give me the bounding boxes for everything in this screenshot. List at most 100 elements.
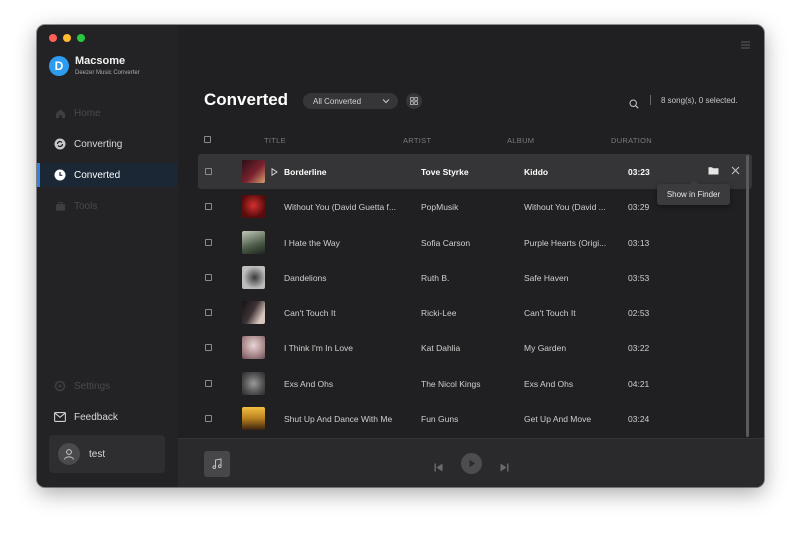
play-icon bbox=[469, 459, 475, 468]
sidebar-item-converted[interactable]: Converted bbox=[37, 163, 178, 187]
song-title: Borderline bbox=[284, 167, 327, 177]
divider bbox=[650, 95, 651, 105]
song-title: Dandelions bbox=[284, 272, 327, 283]
mail-icon bbox=[54, 411, 66, 423]
hamburger-menu-icon[interactable] bbox=[741, 36, 750, 54]
app-subtitle: Deezer Music Converter bbox=[75, 70, 140, 76]
album-art bbox=[242, 160, 265, 183]
app-window: D Macsome Deezer Music Converter Home Co… bbox=[37, 25, 764, 487]
grid-icon bbox=[410, 97, 418, 105]
app-brand: D Macsome Deezer Music Converter bbox=[49, 56, 140, 76]
table-row[interactable]: Dandelions Ruth B. Safe Haven 03:53 bbox=[198, 260, 752, 295]
clock-icon bbox=[54, 169, 66, 181]
now-playing-art bbox=[204, 451, 230, 477]
song-duration: 04:21 bbox=[628, 378, 650, 389]
row-checkbox[interactable] bbox=[205, 344, 212, 352]
close-window-button[interactable] bbox=[49, 34, 57, 42]
album-art bbox=[242, 265, 265, 289]
chevron-down-icon bbox=[382, 97, 390, 106]
sidebar-item-converting[interactable]: Converting bbox=[37, 132, 178, 156]
avatar bbox=[58, 443, 80, 465]
sidebar-item-label: Converting bbox=[74, 138, 123, 150]
table-row[interactable]: Can't Touch It Ricki-Lee Can't Touch It … bbox=[198, 295, 752, 330]
song-album: Exs And Ohs bbox=[524, 378, 574, 389]
sidebar-item-label: Converted bbox=[74, 169, 121, 181]
grid-view-button[interactable] bbox=[406, 93, 422, 109]
album-art bbox=[242, 336, 265, 360]
gear-icon bbox=[54, 380, 66, 392]
sidebar-item-label: Home bbox=[74, 107, 101, 119]
show-in-finder-tooltip: Show in Finder bbox=[657, 180, 730, 205]
scrollbar[interactable] bbox=[746, 155, 749, 437]
search-icon[interactable] bbox=[629, 96, 639, 114]
column-header-title[interactable]: TITLE bbox=[264, 136, 286, 145]
album-art bbox=[242, 371, 265, 395]
selection-summary: 8 song(s), 0 selected. bbox=[661, 96, 738, 105]
filter-selected-value: All Converted bbox=[313, 96, 362, 106]
table-header: TITLE ARTIST ALBUM DURATION bbox=[204, 133, 752, 149]
song-album: My Garden bbox=[524, 343, 567, 354]
sidebar-item-settings[interactable]: Settings bbox=[37, 374, 178, 398]
row-checkbox[interactable] bbox=[205, 309, 212, 317]
song-title: Can't Touch It bbox=[284, 308, 336, 319]
filter-dropdown[interactable]: All Converted bbox=[303, 93, 398, 109]
row-checkbox[interactable] bbox=[205, 379, 212, 387]
column-header-album[interactable]: ALBUM bbox=[507, 136, 534, 145]
song-duration: 03:13 bbox=[628, 237, 650, 248]
song-album: Purple Hearts (Origi... bbox=[524, 237, 607, 248]
song-album: Kiddo bbox=[524, 167, 549, 177]
user-icon bbox=[64, 449, 74, 460]
sidebar-item-label: Feedback bbox=[74, 411, 118, 423]
main-panel: Converted All Converted 8 song(s), 0 sel… bbox=[178, 25, 764, 487]
play-button[interactable] bbox=[461, 453, 482, 474]
song-title: Exs And Ohs bbox=[284, 378, 334, 389]
sidebar-item-label: Tools bbox=[74, 200, 98, 212]
app-logo-icon: D bbox=[49, 56, 69, 76]
minimize-window-button[interactable] bbox=[63, 34, 71, 42]
row-checkbox[interactable] bbox=[205, 415, 212, 423]
song-artist: PopMusik bbox=[421, 202, 459, 213]
album-art bbox=[242, 230, 265, 254]
song-artist: Kat Dahlia bbox=[421, 343, 461, 354]
sidebar-item-home[interactable]: Home bbox=[37, 101, 178, 125]
play-icon[interactable] bbox=[271, 167, 278, 178]
song-title: I Hate the Way bbox=[284, 237, 340, 248]
song-artist: Tove Styrke bbox=[421, 167, 469, 177]
home-icon bbox=[54, 107, 66, 119]
previous-track-icon[interactable] bbox=[434, 459, 443, 477]
song-duration: 02:53 bbox=[628, 308, 650, 319]
page-title: Converted bbox=[204, 90, 289, 109]
maximize-window-button[interactable] bbox=[77, 34, 85, 42]
sidebar-item-feedback[interactable]: Feedback bbox=[37, 405, 178, 429]
row-checkbox[interactable] bbox=[205, 238, 212, 246]
close-icon[interactable] bbox=[731, 166, 740, 177]
sidebar: D Macsome Deezer Music Converter Home Co… bbox=[37, 25, 179, 487]
next-track-icon[interactable] bbox=[500, 459, 509, 477]
row-checkbox[interactable] bbox=[205, 168, 212, 175]
song-artist: Fun Guns bbox=[421, 414, 459, 425]
table-row[interactable]: Shut Up And Dance With Me Fun Guns Get U… bbox=[198, 401, 752, 436]
song-album: Safe Haven bbox=[524, 272, 569, 283]
select-all-checkbox[interactable] bbox=[204, 136, 211, 143]
user-account-card[interactable]: test bbox=[49, 435, 165, 473]
table-row[interactable]: I Hate the Way Sofia Carson Purple Heart… bbox=[198, 225, 752, 260]
music-note-icon bbox=[212, 458, 222, 469]
column-header-artist[interactable]: ARTIST bbox=[403, 136, 431, 145]
row-checkbox[interactable] bbox=[205, 203, 212, 211]
table-row[interactable]: I Think I'm In Love Kat Dahlia My Garden… bbox=[198, 330, 752, 365]
album-art bbox=[242, 407, 265, 431]
window-controls bbox=[49, 34, 85, 42]
song-title: I Think I'm In Love bbox=[284, 343, 354, 354]
row-checkbox[interactable] bbox=[205, 273, 212, 281]
player-bar bbox=[178, 438, 764, 487]
song-duration: 03:24 bbox=[628, 414, 650, 425]
app-name: Macsome bbox=[75, 55, 126, 67]
folder-icon[interactable] bbox=[708, 166, 719, 177]
user-name: test bbox=[89, 448, 106, 460]
song-artist: Ricki-Lee bbox=[421, 308, 457, 319]
table-row[interactable]: Exs And Ohs The Nicol Kings Exs And Ohs … bbox=[198, 366, 752, 401]
column-header-duration[interactable]: DURATION bbox=[611, 136, 652, 145]
song-title: Shut Up And Dance With Me bbox=[284, 414, 393, 425]
song-title: Without You (David Guetta f... bbox=[284, 202, 396, 213]
sidebar-item-tools[interactable]: Tools bbox=[37, 194, 178, 218]
